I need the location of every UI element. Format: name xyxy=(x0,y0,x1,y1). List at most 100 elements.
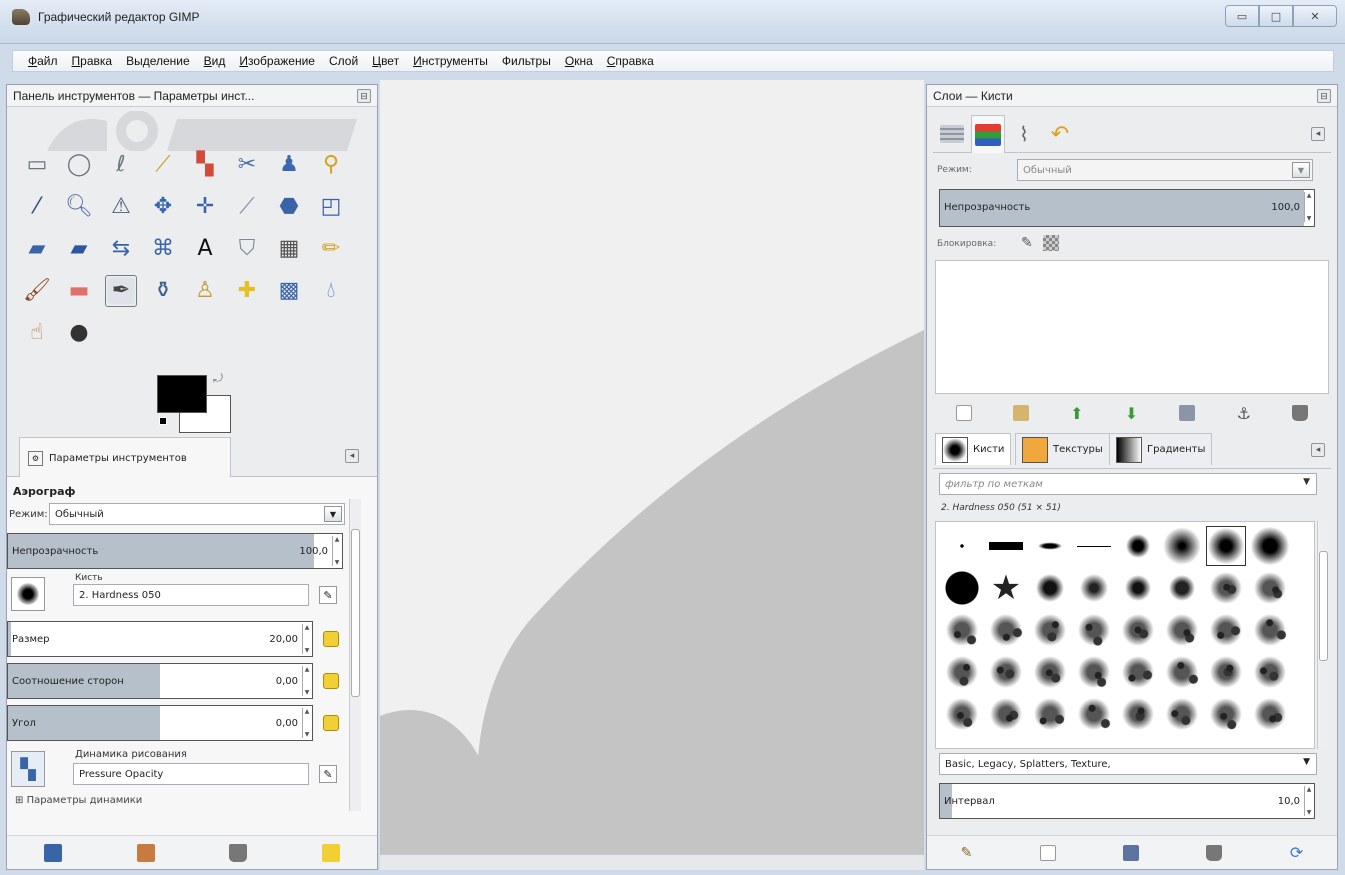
menu-item-8[interactable]: Фильтры xyxy=(495,54,558,68)
brush-thumbnail[interactable] xyxy=(1206,610,1246,650)
brush-thumbnail[interactable] xyxy=(1118,526,1158,566)
dynamics-field[interactable]: Pressure Opacity xyxy=(73,763,309,785)
brush-thumbnail[interactable] xyxy=(1250,610,1290,650)
menu-item-10[interactable]: Справка xyxy=(600,54,661,68)
edit-brush-icon[interactable]: ✎ xyxy=(319,586,337,604)
duplicate-brush-icon[interactable] xyxy=(1123,844,1140,861)
angle-slider[interactable]: Угол 0,00 ▲ ▼ xyxy=(7,705,313,741)
brush-thumbnail[interactable] xyxy=(1030,610,1070,650)
rotate-icon[interactable]: ⬣ xyxy=(273,191,305,223)
brush-thumbnail[interactable] xyxy=(1118,694,1158,734)
scale-icon[interactable]: ◰ xyxy=(315,191,347,223)
tab-paths[interactable]: ⌇ xyxy=(1007,115,1041,153)
brush-thumbnail[interactable] xyxy=(1250,568,1290,608)
opacity-slider[interactable]: Непрозрачность 100,0 ▲ ▼ xyxy=(7,533,343,569)
delete-brush-icon[interactable] xyxy=(1206,844,1223,861)
layers-list[interactable] xyxy=(935,260,1329,394)
delete-options-icon[interactable] xyxy=(229,843,248,862)
layers-opacity-spin-icon[interactable]: ▲ ▼ xyxy=(1304,192,1313,222)
dynamics-params-expander[interactable]: ⊞ Параметры динамики xyxy=(15,795,142,807)
blend-icon[interactable]: ▦ xyxy=(273,233,305,265)
brush-spacing-spin-icon[interactable]: ▲ ▼ xyxy=(1304,786,1313,816)
paintbrush-icon[interactable]: 🖌︎ xyxy=(21,275,53,307)
cage-icon[interactable]: ⌘ xyxy=(147,233,179,265)
menu-item-4[interactable]: Изображение xyxy=(232,54,322,68)
menu-item-3[interactable]: Вид xyxy=(197,54,233,68)
menu-item-9[interactable]: Окна xyxy=(558,54,600,68)
close-button[interactable]: ✕ xyxy=(1293,5,1337,27)
brush-thumbnail[interactable] xyxy=(1162,652,1202,692)
foreground-select-icon[interactable]: ♟ xyxy=(273,149,305,181)
mode-select[interactable]: Обычный ▼ xyxy=(49,503,345,525)
brush-thumbnail[interactable] xyxy=(1162,568,1202,608)
menu-item-2[interactable]: Выделение xyxy=(119,54,197,68)
brush-thumbnail[interactable] xyxy=(1074,610,1114,650)
brush-thumbnail[interactable] xyxy=(1162,610,1202,650)
menu-item-1[interactable]: Правка xyxy=(65,54,120,68)
tab-patterns[interactable]: Текстуры xyxy=(1015,433,1110,465)
refresh-brushes-icon[interactable]: ⟳ xyxy=(1290,843,1303,862)
tab-undo-history[interactable]: ↶ xyxy=(1043,115,1077,153)
clone-icon[interactable]: ♙ xyxy=(189,275,221,307)
canvas-horizontal-scrollbar[interactable] xyxy=(380,854,924,870)
new-layer-group-icon[interactable] xyxy=(1012,405,1029,421)
rect-select-icon[interactable]: ▭ xyxy=(21,149,53,181)
crop-icon[interactable]: ⟋ xyxy=(231,191,263,223)
image-canvas[interactable] xyxy=(380,80,924,854)
foreground-color-swatch[interactable] xyxy=(157,375,207,413)
bucket-fill-icon[interactable]: ⛉ xyxy=(231,233,263,265)
reset-angle-icon[interactable] xyxy=(323,715,339,731)
brush-spacing-slider[interactable]: Интервал 10,0 ▲ ▼ xyxy=(939,783,1315,819)
swap-colors-icon[interactable]: ⤾ xyxy=(213,371,223,386)
tab-tool-options[interactable]: ⚙ Параметры инструментов xyxy=(19,437,231,478)
dock-menu-icon[interactable]: ⊟ xyxy=(357,88,371,103)
menu-item-6[interactable]: Цвет xyxy=(365,54,406,68)
brush-thumbnail[interactable] xyxy=(1206,568,1246,608)
restore-options-icon[interactable] xyxy=(136,843,155,862)
scissors-icon[interactable]: ✂ xyxy=(231,149,263,181)
duplicate-layer-icon[interactable] xyxy=(1179,405,1196,421)
size-slider[interactable]: Размер 20,00 ▲ ▼ xyxy=(7,621,313,657)
angle-spin-icon[interactable]: ▲ ▼ xyxy=(302,708,311,738)
brush-thumbnail[interactable] xyxy=(1250,526,1290,566)
brush-thumbnail[interactable] xyxy=(1118,610,1158,650)
lower-layer-icon[interactable]: ⬇ xyxy=(1125,404,1138,423)
tab-channels[interactable] xyxy=(971,115,1005,153)
brush-field[interactable]: 2. Hardness 050 xyxy=(73,584,309,606)
brush-thumbnail[interactable] xyxy=(942,652,982,692)
brush-thumbnail[interactable] xyxy=(1206,652,1246,692)
dock-menu-icon[interactable]: ⊟ xyxy=(1317,88,1331,103)
tool-options-scrollbar[interactable] xyxy=(349,499,361,811)
default-colors-icon[interactable] xyxy=(159,417,167,425)
delete-layer-icon[interactable] xyxy=(1292,405,1309,421)
tab-menu-icon[interactable]: ◂ xyxy=(1311,443,1325,457)
perspective-icon[interactable]: ▰ xyxy=(63,233,95,265)
brush-thumbnail[interactable] xyxy=(1162,526,1202,566)
reset-aspect-icon[interactable] xyxy=(323,673,339,689)
ink-icon[interactable]: ⚱ xyxy=(147,275,179,307)
save-options-icon[interactable] xyxy=(44,843,63,862)
new-brush-icon[interactable] xyxy=(1039,844,1056,861)
align-icon[interactable]: ✛ xyxy=(189,191,221,223)
paths-icon[interactable]: ⚲ xyxy=(315,149,347,181)
edit-brush-icon[interactable]: ✎ xyxy=(961,845,973,861)
text-icon[interactable]: A xyxy=(189,233,221,265)
brush-thumbnail[interactable] xyxy=(986,694,1026,734)
heal-icon[interactable]: ✚ xyxy=(231,275,263,307)
brush-thumbnail[interactable] xyxy=(1250,694,1290,734)
brush-thumbnail[interactable] xyxy=(1206,694,1246,734)
layers-mode-select[interactable]: Обычный ▼ xyxy=(1017,159,1313,181)
tool-options-scroll-thumb[interactable] xyxy=(351,529,360,697)
brush-thumbnail[interactable] xyxy=(986,652,1026,692)
aspect-spin-icon[interactable]: ▲ ▼ xyxy=(302,666,311,696)
menu-item-5[interactable]: Слой xyxy=(322,54,365,68)
lock-alpha-icon[interactable] xyxy=(1043,235,1059,251)
size-spin-icon[interactable]: ▲ ▼ xyxy=(302,624,311,654)
brush-thumbnail[interactable] xyxy=(1250,652,1290,692)
measure-icon[interactable]: ⚠ xyxy=(105,191,137,223)
lock-pixels-icon[interactable]: ✎ xyxy=(1021,235,1033,251)
tab-gradients[interactable]: Градиенты xyxy=(1109,433,1213,465)
brush-thumbnail[interactable] xyxy=(1030,694,1070,734)
brush-thumbnail[interactable]: ★ xyxy=(986,568,1026,608)
brush-tag-entry[interactable]: Basic, Legacy, Splatters, Texture, ▼ xyxy=(939,753,1317,775)
